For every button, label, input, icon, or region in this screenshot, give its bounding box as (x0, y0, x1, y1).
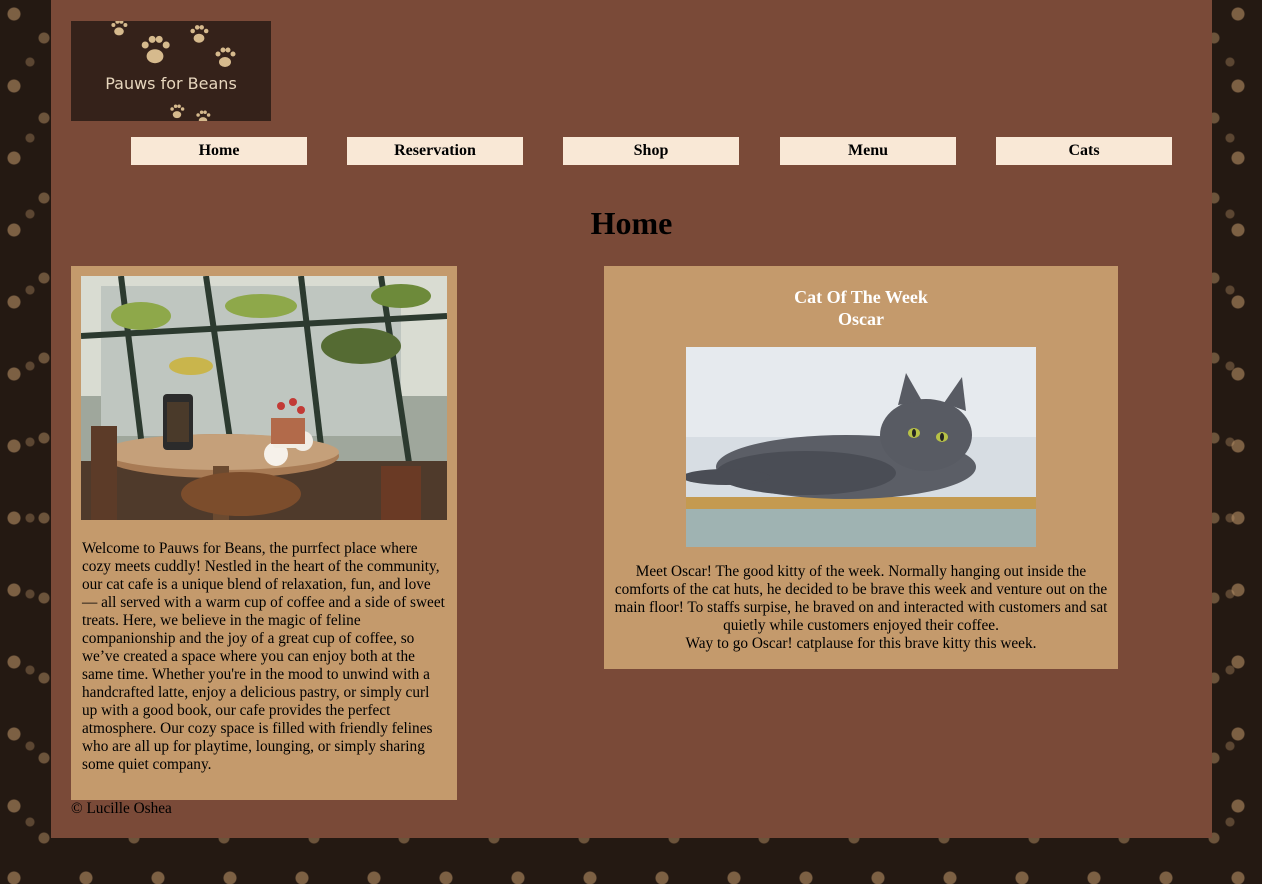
cat-name: Oscar (838, 309, 884, 329)
nav-item-home[interactable]: Home (131, 137, 307, 165)
cat-of-the-week-heading: Cat Of The Week Oscar (604, 286, 1118, 330)
cat-description: Meet Oscar! The good kitty of the week. … (612, 563, 1110, 653)
cat-of-the-week-card: Cat Of The Week Oscar Meet Oscar! The go… (604, 266, 1118, 669)
page-container: Pauws for Beans Home Reservation Shop Me… (51, 0, 1212, 838)
welcome-text: Welcome to Pauws for Beans, the purrfect… (82, 540, 445, 773)
welcome-card: Welcome to Pauws for Beans, the purrfect… (71, 266, 457, 800)
logo[interactable]: Pauws for Beans (71, 21, 271, 121)
nav-item-cats[interactable]: Cats (996, 137, 1172, 165)
cat-photo (686, 347, 1036, 547)
footer-copyright: © Lucille Oshea (71, 800, 172, 817)
cat-of-the-week-title: Cat Of The Week (794, 287, 928, 307)
nav-item-reservation[interactable]: Reservation (347, 137, 523, 165)
logo-text: Pauws for Beans (105, 74, 237, 93)
cat-closing-text: Way to go Oscar! catplause for this brav… (685, 635, 1037, 652)
page-title: Home (590, 205, 673, 241)
nav-item-menu[interactable]: Menu (780, 137, 956, 165)
nav-item-shop[interactable]: Shop (563, 137, 739, 165)
paw-print-icon (111, 21, 236, 121)
cafe-photo (81, 276, 447, 520)
main-nav: Home Reservation Shop Menu Cats (131, 137, 1172, 165)
cat-description-text: Meet Oscar! The good kitty of the week. … (614, 563, 1108, 634)
